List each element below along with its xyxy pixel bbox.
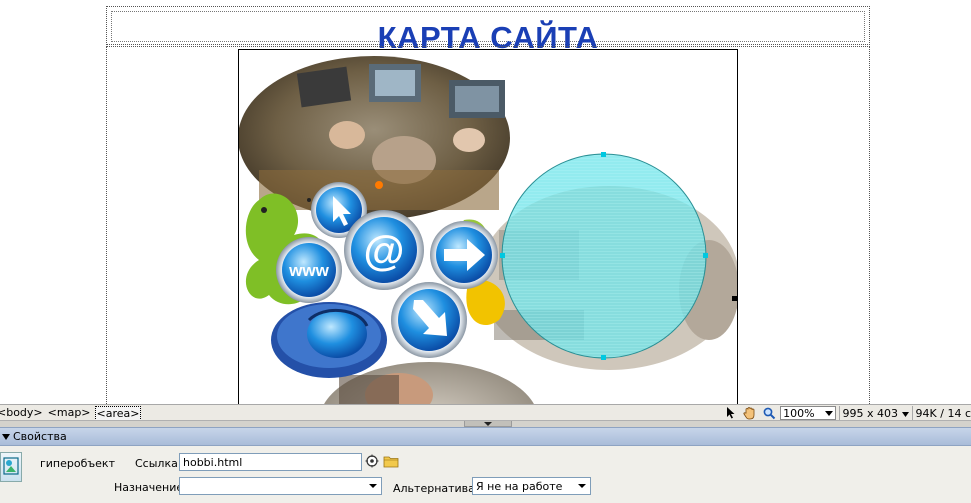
chevron-down-icon [901, 411, 909, 417]
www-ball: www [276, 237, 342, 303]
tag-body[interactable]: <body> [0, 406, 44, 421]
chevron-down-icon [578, 484, 586, 488]
window-size-value: 995 x 403 [842, 406, 899, 420]
title-table-cell[interactable]: КАРТА САЙТА [106, 6, 870, 55]
arrow-down-ball [391, 282, 467, 358]
tag-selector: <body> <map> <area> [0, 406, 142, 421]
collage-image: www @ [239, 56, 737, 404]
tag-area[interactable]: <area> [94, 406, 142, 421]
svg-text:www: www [288, 261, 329, 280]
expand-triangle-icon[interactable] [2, 433, 10, 440]
link-label: Ссылка [135, 457, 178, 470]
alt-select[interactable]: Я не на работе [472, 477, 591, 495]
hotspot-handle-right[interactable] [703, 253, 708, 258]
hotspot-handle-bottom[interactable] [601, 355, 606, 360]
target-label: Назначение [114, 481, 184, 494]
separator [911, 406, 913, 420]
status-tools: 100% 995 x 403 94K / 14 с [723, 405, 971, 421]
panel-splitter[interactable] [0, 420, 971, 427]
element-type-label: гиперобъект [40, 457, 115, 470]
alt-value: Я не на работе [476, 479, 563, 493]
svg-text:@: @ [364, 227, 405, 274]
link-input[interactable]: hobbi.html [179, 453, 362, 471]
properties-panel-header[interactable]: Свойства [0, 427, 971, 446]
folder-icon[interactable] [383, 455, 399, 471]
at-ball: @ [344, 210, 424, 290]
image-map[interactable]: www @ [238, 49, 738, 404]
collapse-arrow-icon[interactable] [484, 422, 492, 426]
design-view[interactable]: КАРТА САЙТА www @ [0, 0, 971, 404]
target-select[interactable] [179, 477, 382, 495]
zoom-select[interactable]: 100% [780, 406, 836, 420]
download-size: 94K / 14 с [915, 406, 971, 420]
hand-icon[interactable] [742, 406, 758, 420]
properties-title: Свойства [13, 430, 67, 443]
zoom-value: 100% [783, 406, 815, 420]
properties-panel: гиперобъект Ссылка hobbi.html Назначение… [0, 446, 971, 503]
window-size-menu[interactable]: 995 x 403 [843, 407, 909, 420]
separator [838, 406, 840, 420]
hotspot-handle-left[interactable] [500, 253, 505, 258]
title-cell-inner: КАРТА САЙТА [111, 11, 865, 55]
link-value: hobbi.html [183, 455, 243, 469]
point-to-file-icon[interactable] [365, 454, 381, 470]
arrow-right-ball [430, 221, 498, 289]
hotspot-handle-top[interactable] [601, 152, 606, 157]
image-resize-handle[interactable] [732, 296, 737, 301]
arrow-pointer-icon[interactable] [723, 406, 739, 420]
magnifier-icon[interactable] [761, 406, 777, 420]
alt-label: Альтернатива [393, 482, 475, 495]
chevron-down-icon [824, 410, 833, 416]
hotspot-icon [0, 452, 22, 482]
mouse-disc [271, 302, 387, 378]
status-bar: <body> <map> <area> 100% 995 x 403 94K /… [0, 404, 971, 421]
tag-map[interactable]: <map> [47, 406, 92, 421]
chevron-down-icon [369, 484, 377, 488]
